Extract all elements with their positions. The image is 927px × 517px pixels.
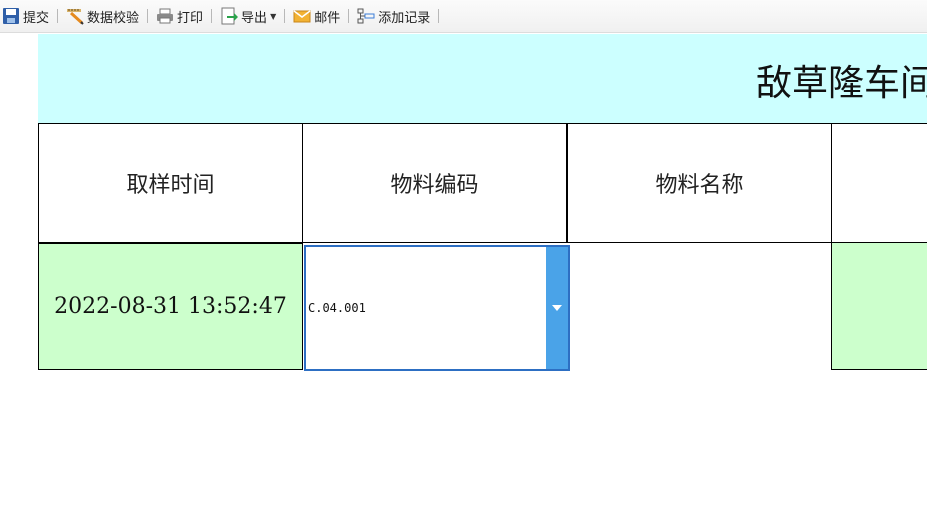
toolbar: 提交 数据校验 打印 导出 ▼ 邮件 添加记录 xyxy=(0,0,927,33)
chevron-down-icon[interactable]: ▼ xyxy=(270,12,276,21)
pencil-ruler-icon xyxy=(66,7,84,25)
export-label: 导出 xyxy=(241,10,268,26)
submit-button[interactable]: 提交 xyxy=(0,5,51,27)
validate-button[interactable]: 数据校验 xyxy=(64,5,141,27)
material-code-dropdown-button[interactable] xyxy=(546,247,568,369)
header-sample-time: 取样时间 xyxy=(38,123,303,243)
add-record-label: 添加记录 xyxy=(378,10,431,26)
submit-label: 提交 xyxy=(23,10,50,26)
material-code-combobox[interactable]: C.04.001 xyxy=(304,245,570,371)
header-next xyxy=(831,123,927,243)
report-title: 敌草隆车间 xyxy=(756,63,927,104)
save-icon xyxy=(2,7,20,25)
chevron-down-icon xyxy=(552,305,562,311)
header-material-name: 物料名称 xyxy=(566,123,832,243)
toolbar-separator xyxy=(284,9,286,23)
mail-button[interactable]: 邮件 xyxy=(291,5,342,27)
print-button[interactable]: 打印 xyxy=(154,5,205,27)
cell-next[interactable] xyxy=(831,242,927,370)
printer-icon xyxy=(156,7,174,25)
toolbar-separator xyxy=(348,9,350,23)
material-code-value: C.04.001 xyxy=(308,301,366,315)
add-record-icon xyxy=(357,7,375,25)
header-material-code: 物料编码 xyxy=(302,123,567,243)
sample-time-value: 2022-08-31 13:52:47 xyxy=(54,294,287,319)
export-button[interactable]: 导出 ▼ xyxy=(218,5,278,27)
toolbar-separator xyxy=(438,9,440,23)
title-band: 敌草隆车间 xyxy=(38,34,927,123)
toolbar-separator xyxy=(57,9,59,23)
header-label: 物料名称 xyxy=(655,173,744,198)
toolbar-separator xyxy=(147,9,149,23)
export-icon xyxy=(220,7,239,25)
cell-material-name[interactable] xyxy=(570,242,832,370)
cell-sample-time[interactable]: 2022-08-31 13:52:47 xyxy=(38,242,303,370)
report-sheet: 敌草隆车间 取样时间 物料编码 物料名称 2022-08-31 13:52:47… xyxy=(38,34,927,517)
header-label: 物料编码 xyxy=(390,173,479,198)
print-label: 打印 xyxy=(177,10,204,26)
mail-icon xyxy=(293,7,311,25)
validate-label: 数据校验 xyxy=(87,10,140,26)
header-label: 取样时间 xyxy=(126,173,215,198)
mail-label: 邮件 xyxy=(314,10,341,26)
toolbar-separator xyxy=(211,9,213,23)
material-code-input[interactable]: C.04.001 xyxy=(308,247,544,369)
add-record-button[interactable]: 添加记录 xyxy=(355,5,432,27)
